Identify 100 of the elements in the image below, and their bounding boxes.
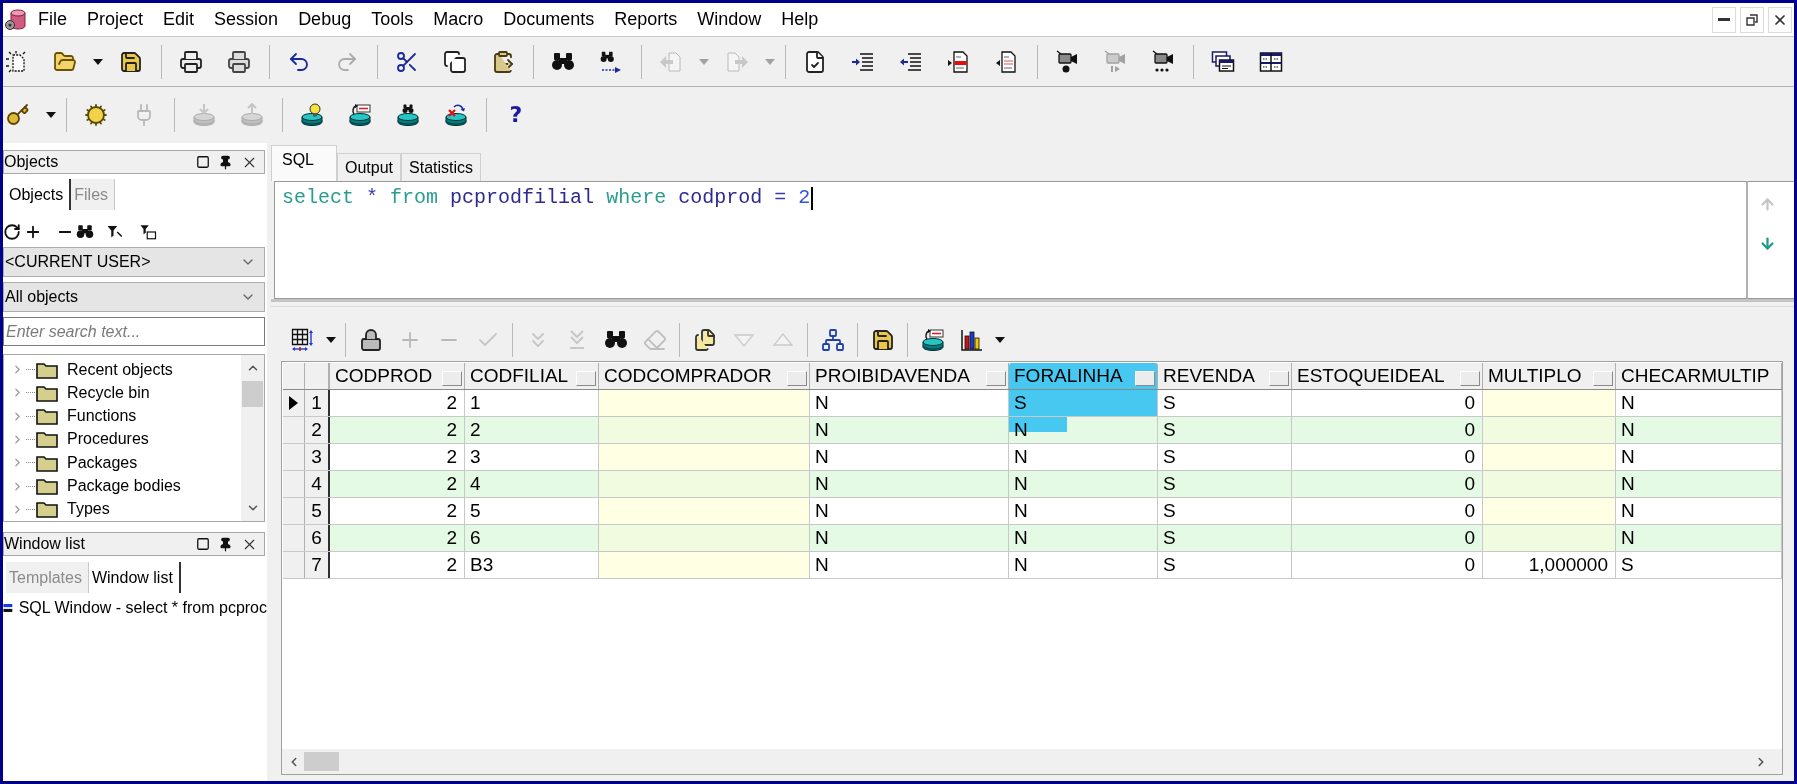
funnel-box-icon[interactable]	[139, 223, 157, 241]
camera-dot-icon[interactable]	[1055, 49, 1079, 74]
menu-item[interactable]: Session	[204, 5, 289, 34]
bar-chart-icon[interactable]	[959, 328, 984, 352]
clipboard-icon[interactable]	[491, 49, 515, 74]
gear-icon[interactable]	[84, 103, 108, 127]
tree-item[interactable]: Recycle bin	[4, 381, 241, 405]
refresh-icon[interactable]	[3, 223, 21, 241]
row-number[interactable]: 2	[305, 417, 330, 443]
square-icon[interactable]	[196, 537, 210, 551]
camera-dots-icon[interactable]	[1151, 49, 1175, 74]
page-stripe-icon[interactable]	[947, 49, 971, 74]
owner-dropdown[interactable]: <CURRENT USER>	[3, 247, 265, 277]
column-filter-button[interactable]	[576, 371, 596, 386]
cascade-windows-icon[interactable]	[1211, 49, 1235, 74]
column-header[interactable]: CHECARMULTIP	[1616, 363, 1782, 389]
editor-tab[interactable]: Statistics	[401, 153, 482, 181]
column-header[interactable]: FORALINHA	[1009, 363, 1158, 389]
save-icon[interactable]	[119, 49, 143, 74]
column-header[interactable]: CODFILIAL	[465, 363, 599, 389]
editor-tab[interactable]: SQL	[271, 145, 337, 181]
minimize-button[interactable]	[1712, 6, 1736, 33]
menu-item[interactable]: Documents	[493, 5, 605, 34]
column-filter-button[interactable]	[442, 371, 462, 386]
row-indicator[interactable]	[283, 390, 305, 416]
column-header[interactable]: MULTIPLO	[1483, 363, 1616, 389]
scrollbar-thumb[interactable]	[242, 381, 263, 407]
help-button[interactable]: ?	[505, 104, 527, 126]
menu-item[interactable]: Edit	[153, 5, 205, 34]
tile-windows-icon[interactable]	[1259, 49, 1283, 74]
plus-icon[interactable]	[24, 223, 42, 241]
binoculars-arrow-icon[interactable]	[599, 49, 623, 74]
row-number[interactable]: 7	[305, 552, 330, 578]
database-refresh-icon[interactable]	[348, 103, 372, 127]
database-lightbulb-icon[interactable]	[300, 103, 324, 127]
column-header[interactable]: REVENDA	[1158, 363, 1292, 389]
column-filter-button[interactable]	[1269, 371, 1289, 386]
editor-tab[interactable]: Output	[337, 153, 402, 181]
folder-icon[interactable]	[53, 49, 77, 74]
restore-button[interactable]	[1740, 6, 1764, 33]
database-refresh-icon[interactable]	[920, 328, 945, 352]
vertical-scrollbar[interactable]	[241, 355, 264, 521]
column-filter-button[interactable]	[787, 371, 807, 386]
close-button[interactable]	[1768, 6, 1792, 33]
binoculars-icon[interactable]	[76, 223, 94, 241]
caret-icon[interactable]	[995, 337, 1005, 343]
grid-arrows-icon[interactable]	[290, 328, 315, 352]
menu-item[interactable]: Debug	[288, 5, 362, 34]
square-icon[interactable]	[196, 155, 210, 169]
menu-item[interactable]: Project	[77, 5, 154, 34]
hierarchy-icon[interactable]	[820, 328, 845, 352]
column-filter-button[interactable]	[1460, 371, 1480, 386]
scrollbar-thumb[interactable]	[304, 752, 339, 771]
tree-item[interactable]: Recent objects	[4, 358, 241, 382]
row-number[interactable]: 1	[305, 390, 330, 416]
copy-icon[interactable]	[443, 49, 467, 74]
column-header[interactable]: PROIBIDAVENDA	[810, 363, 1009, 389]
printer-icon[interactable]	[179, 49, 203, 74]
sql-editor[interactable]: select * from pcprodfilial where codprod = 2	[274, 181, 1748, 299]
search-field[interactable]: Enter search text...	[3, 317, 265, 346]
tree-item[interactable]: Procedures	[4, 427, 241, 452]
row-number[interactable]: 5	[305, 498, 330, 524]
column-header[interactable]: ESTOQUEIDEAL	[1292, 363, 1483, 389]
caret-icon[interactable]	[46, 112, 56, 118]
tree-item[interactable]: Package bodies	[4, 474, 241, 498]
caret-icon[interactable]	[326, 337, 336, 343]
menu-item[interactable]: File	[28, 5, 77, 34]
tree-item[interactable]: Packages	[4, 451, 241, 475]
key-icon[interactable]	[6, 103, 30, 127]
database-binoculars-icon[interactable]	[396, 103, 420, 127]
printer-icon[interactable]	[227, 49, 251, 74]
object-type-dropdown[interactable]: All objects	[3, 282, 265, 312]
pin-icon[interactable]	[218, 154, 233, 170]
column-filter-button[interactable]	[1135, 371, 1155, 386]
pin-icon[interactable]	[218, 536, 233, 552]
row-number[interactable]: 6	[305, 525, 330, 551]
column-header[interactable]: CODPROD	[330, 363, 465, 389]
menu-item[interactable]: Tools	[361, 5, 424, 34]
stacked-pages-icon[interactable]	[692, 328, 717, 352]
column-filter-button[interactable]	[986, 371, 1006, 386]
row-number[interactable]: 3	[305, 444, 330, 470]
panel-tab[interactable]: Objects	[6, 179, 72, 210]
window-list-item[interactable]: SQL Window - select * from pcproc	[3, 596, 267, 619]
tree-item[interactable]: Functions	[4, 404, 241, 428]
page-lines-icon[interactable]	[995, 49, 1019, 74]
page-check-icon[interactable]	[803, 49, 827, 74]
column-header[interactable]: CODCOMPRADOR	[599, 363, 810, 389]
caret-icon[interactable]	[93, 58, 103, 65]
menu-item[interactable]: Macro	[423, 5, 494, 34]
row-number[interactable]: 4	[305, 471, 330, 497]
menu-item[interactable]: Window	[687, 5, 772, 34]
save-icon[interactable]	[870, 328, 895, 352]
horizontal-scrollbar[interactable]	[281, 749, 1783, 775]
menu-item[interactable]: Help	[771, 5, 829, 34]
column-filter-button[interactable]	[1593, 371, 1613, 386]
menu-item[interactable]: Reports	[604, 5, 688, 34]
tree-item[interactable]: Types	[4, 497, 241, 521]
database-cross-icon[interactable]	[444, 103, 468, 127]
scissors-icon[interactable]	[395, 49, 419, 74]
lock-icon[interactable]	[358, 328, 383, 352]
